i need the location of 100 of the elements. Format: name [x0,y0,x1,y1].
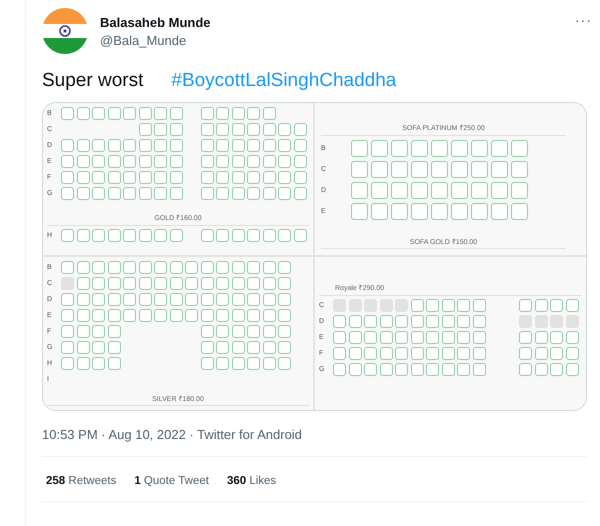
seat[interactable] [76,187,90,200]
seat[interactable] [472,331,486,344]
seat[interactable] [170,309,182,322]
seat[interactable] [154,309,167,322]
seat[interactable] [566,347,578,360]
seat[interactable] [411,140,428,157]
flag-avatar-icon[interactable] [42,8,88,54]
seat[interactable] [92,341,105,354]
seat[interactable] [262,171,276,184]
seat[interactable] [92,155,105,168]
seat[interactable] [351,203,368,220]
seat[interactable] [472,315,486,328]
seat[interactable] [232,341,244,354]
seat[interactable] [108,341,120,354]
stat-link[interactable]: 360 Likes [226,475,276,487]
seat[interactable] [108,277,120,290]
seat[interactable] [170,261,182,274]
seat[interactable] [262,341,276,354]
seat[interactable] [232,293,244,306]
seat[interactable] [278,261,291,274]
seat[interactable] [333,347,346,360]
seat[interactable] [216,187,229,200]
seat[interactable] [294,155,306,168]
seat[interactable] [123,107,136,120]
seat[interactable] [92,325,105,338]
seat[interactable] [232,155,244,168]
seat[interactable] [566,363,578,376]
seat[interactable] [472,363,486,376]
seat[interactable] [333,363,346,376]
seat[interactable] [170,293,182,306]
seat[interactable] [108,261,120,274]
seat[interactable] [185,309,198,322]
seat[interactable] [76,171,90,184]
seat[interactable] [411,161,428,178]
seat[interactable] [410,315,424,328]
seat[interactable] [61,341,74,354]
seat[interactable] [232,139,244,152]
seat[interactable] [216,357,229,370]
seat[interactable] [278,341,291,354]
seat[interactable] [519,363,532,376]
seat[interactable] [232,261,244,274]
seat[interactable] [200,261,214,274]
seat[interactable] [247,293,260,306]
seat[interactable] [92,187,105,200]
seat[interactable] [410,299,424,312]
seat[interactable] [216,325,229,338]
seat[interactable] [442,347,454,360]
seat[interactable] [232,309,244,322]
seat[interactable] [61,261,74,274]
seat[interactable] [364,363,377,376]
seat[interactable] [380,363,392,376]
seat[interactable] [232,107,244,120]
seat[interactable] [247,261,260,274]
seat[interactable] [294,123,306,136]
seat[interactable] [154,261,167,274]
seat[interactable] [262,325,276,338]
author-handle[interactable]: @Bala_Munde [100,33,563,48]
seat[interactable] [371,161,388,178]
seat[interactable] [364,315,377,328]
seat[interactable] [61,171,74,184]
seat[interactable] [451,161,468,178]
seat[interactable] [566,299,578,312]
seat[interactable] [451,182,468,199]
seat[interactable] [154,293,167,306]
seat[interactable] [123,309,136,322]
seat[interactable] [247,309,260,322]
seat[interactable] [170,139,182,152]
seat[interactable] [410,347,424,360]
seat[interactable] [333,331,346,344]
seat[interactable] [395,331,408,344]
seat[interactable] [278,229,291,242]
seat[interactable] [108,309,120,322]
seat[interactable] [185,293,198,306]
seat[interactable] [262,261,276,274]
seat[interactable] [472,299,486,312]
seat[interactable] [92,357,105,370]
seat[interactable] [76,139,90,152]
seat[interactable] [200,123,214,136]
seat[interactable] [170,187,182,200]
seat[interactable] [123,229,136,242]
seat[interactable] [138,277,152,290]
seat[interactable] [364,331,377,344]
seat[interactable] [76,229,90,242]
seat[interactable] [411,203,428,220]
seat[interactable] [216,123,229,136]
seat[interactable] [123,139,136,152]
seat[interactable] [371,182,388,199]
seat[interactable] [61,187,74,200]
seat[interactable] [92,261,105,274]
seat[interactable] [247,325,260,338]
seat[interactable] [108,293,120,306]
seat[interactable] [216,277,229,290]
seat[interactable] [200,341,214,354]
seat[interactable] [216,107,229,120]
seat[interactable] [123,187,136,200]
seat[interactable] [491,140,508,157]
seat[interactable] [348,315,362,328]
seat[interactable] [278,171,291,184]
seat[interactable] [200,107,214,120]
seat[interactable] [92,229,105,242]
